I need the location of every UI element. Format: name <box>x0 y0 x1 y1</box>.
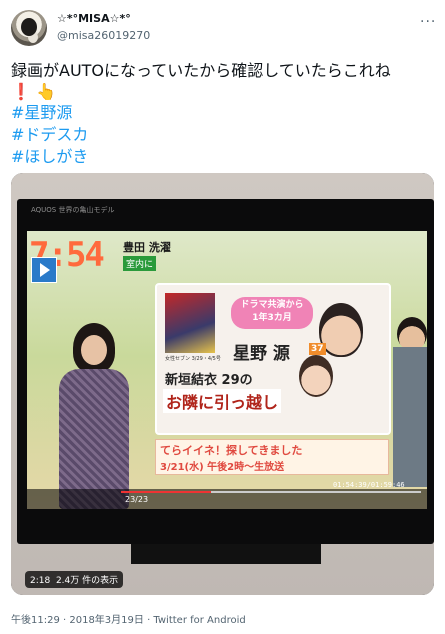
promo-date: 3/21(水) 午後2時～生放送 <box>160 462 285 473</box>
avatar[interactable] <box>11 10 47 46</box>
tweet-text: 録画がAUTOになっていたから確認していたらこれね <box>11 61 391 80</box>
recorder-time: 01:54:39/01:59:46 <box>333 481 405 489</box>
magazine-cover-image <box>165 293 215 353</box>
display-name[interactable]: ☆*°MISA☆*° <box>57 12 131 25</box>
actress-name: 新垣結衣 29の <box>165 373 253 388</box>
more-options-icon[interactable]: ··· <box>420 14 436 30</box>
actor-name: 星野 源 <box>233 344 290 364</box>
promo-title: てらイイネ！探してきました <box>160 444 303 457</box>
actress-photo <box>299 355 333 397</box>
news-card: 女性セブン 3/29・4/5号 ドラマ共演から 1年3カ月 星野 源 37 新垣… <box>155 283 391 435</box>
drama-bubble: ドラマ共演から 1年3カ月 <box>231 297 313 329</box>
tv-screen: 7:54 豊田 洗濯 室内に 女性セブン 3/29・4/5号 ドラマ共演から 1… <box>27 231 427 509</box>
hashtag-dodesuka[interactable]: #ドデスカ <box>11 124 88 146</box>
tv-top-name: 豊田 洗濯 <box>123 241 171 254</box>
tv-top-sub: 室内に <box>123 256 157 271</box>
emoji-line: ❗ 👆 <box>11 82 56 101</box>
actor-photo <box>319 303 363 357</box>
recorder-counter: 23/23 <box>125 495 149 504</box>
news-headline: お隣に引っ越し <box>163 389 282 413</box>
video-duration-views: 2:18 2.4万 件の表示 <box>25 571 124 588</box>
user-handle[interactable]: @misa26019270 <box>57 29 150 42</box>
tweet-footer[interactable]: 午後11:29 · 2018年3月19日 · Twitter for Andro… <box>11 611 246 626</box>
recorder-controls: 23/23 01:54:39/01:59:46 <box>27 481 427 509</box>
recorder-progress-bar <box>121 491 421 493</box>
video-duration: 2:18 <box>30 576 51 586</box>
promo-strip: てらイイネ！探してきました 3/21(水) 午後2時～生放送 <box>155 439 389 475</box>
cohost-figure <box>393 317 427 487</box>
hashtag-hoshigaki[interactable]: #ほしがき <box>11 146 88 168</box>
tv-brand-label: AQUOS 世界の亀山モデル <box>31 206 115 214</box>
video-player[interactable]: AQUOS 世界の亀山モデル 7:54 豊田 洗濯 室内に 女性セブン 3/29… <box>11 173 434 595</box>
tweet: ☆*°MISA☆*° @misa26019270 ··· 録画がAUTOになって… <box>0 0 445 634</box>
hashtag-hoshino-gen[interactable]: #星野源 <box>11 102 72 124</box>
play-icon <box>31 257 57 283</box>
presenter-figure <box>57 323 129 509</box>
tv-stand <box>131 544 321 564</box>
magazine-caption: 女性セブン 3/29・4/5号 <box>165 356 221 362</box>
actor-age-badge: 37 <box>309 343 326 355</box>
video-views: 2.4万 件の表示 <box>55 576 119 586</box>
